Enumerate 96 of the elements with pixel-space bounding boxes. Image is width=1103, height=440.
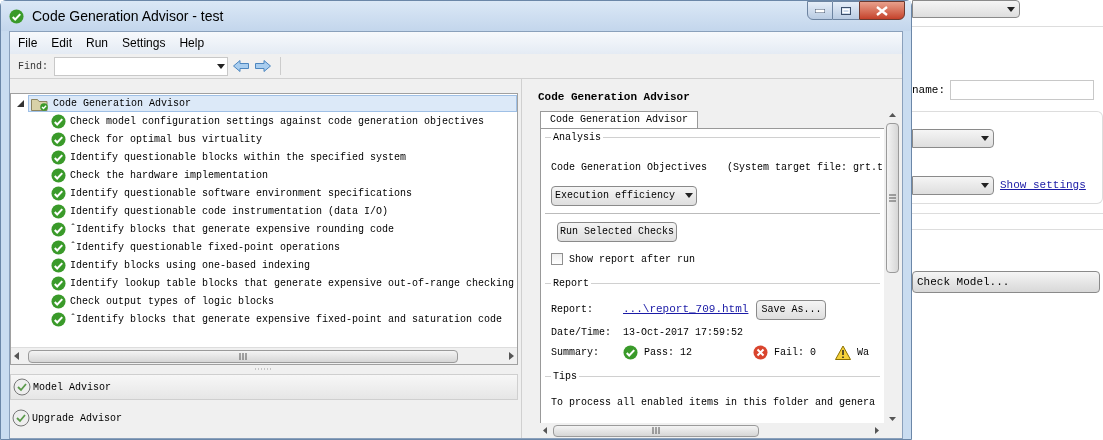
tree-item[interactable]: Check the hardware implementation	[70, 167, 269, 183]
back-button[interactable]	[232, 58, 250, 74]
check-circle-icon	[51, 131, 66, 147]
tree-root-item[interactable]: Code Generation Advisor	[28, 95, 517, 112]
check-circle-icon	[51, 239, 66, 255]
forward-button[interactable]	[254, 58, 272, 74]
check-circle-icon	[51, 185, 66, 201]
details-heading: Code Generation Advisor	[538, 90, 691, 105]
advisor-button[interactable]: Upgrade Advisor	[10, 405, 518, 431]
check-circle-icon	[51, 275, 66, 291]
tree-item[interactable]: Identify questionable code instrumentation (data I/O)	[70, 203, 389, 219]
scroll-right-icon	[875, 427, 879, 434]
menu-item[interactable]: Edit	[51, 34, 73, 52]
check-circle-icon	[623, 344, 638, 360]
upgrade-check-icon	[12, 409, 30, 427]
tree-item[interactable]: Check for optimal bus virtuality	[70, 131, 263, 147]
report-link[interactable]: ...\report_709.html	[623, 301, 749, 318]
check-circle-icon	[51, 221, 66, 237]
splitter-grip-icon	[254, 368, 274, 371]
target-file-text: (System target file: grt.t	[727, 160, 884, 175]
left-arrow-icon	[233, 60, 249, 72]
run-button[interactable]: Run Selected Checks	[557, 221, 678, 242]
report-label: Report:	[551, 303, 594, 317]
maximize-button[interactable]	[833, 1, 859, 20]
tips-text: To process all enabled items in this folder and genera	[551, 395, 874, 410]
check-circle-icon	[51, 113, 66, 129]
summary-fail-text: Fail: 0	[774, 345, 816, 360]
folder-check-icon	[31, 96, 49, 111]
show-report-checkbox[interactable]	[551, 253, 563, 265]
find-label: Find:	[18, 59, 48, 74]
grip-icon	[652, 427, 660, 434]
check-circle-icon	[51, 257, 66, 273]
tree-item[interactable]: ˆIdentify blocks that generate expensive rounding code	[70, 221, 395, 237]
datetime-value: 13-Oct-2017 17:59:52	[623, 325, 744, 340]
show-settings-link[interactable]: Show settings	[1000, 177, 1086, 194]
tree-root-label: Code Generation Advisor	[53, 97, 192, 111]
minimize-button[interactable]	[807, 1, 833, 20]
advisor-button[interactable]: Model Advisor	[10, 374, 518, 400]
maximize-icon	[841, 6, 851, 15]
tree-item[interactable]: ˆIdentify questionable fixed-point operations	[70, 239, 341, 255]
menu-item[interactable]: Settings	[122, 34, 166, 52]
right-arrow-icon	[255, 60, 271, 72]
close-icon	[876, 5, 888, 16]
grip-icon	[888, 193, 896, 202]
dropdown-arrow-icon	[981, 183, 989, 188]
app-icon	[9, 8, 24, 24]
dropdown[interactable]	[912, 129, 994, 148]
menu-item[interactable]: Help	[179, 34, 205, 52]
dropdown-arrow-icon	[1007, 6, 1015, 12]
summary-label: Summary:	[551, 345, 600, 360]
tree-item[interactable]: Identify questionable blocks within the specified system	[70, 149, 407, 165]
tab[interactable]: Code Generation Advisor	[540, 110, 699, 128]
check-circle-icon	[51, 167, 66, 183]
menu-item[interactable]: Run	[86, 34, 109, 52]
minimize-icon	[815, 8, 825, 13]
objective-dropdown[interactable]: Execution efficiency	[551, 185, 697, 206]
dropdown-arrow-icon	[217, 63, 225, 69]
scroll-left-icon	[14, 352, 19, 360]
summary-pass-text: Pass: 12	[644, 345, 692, 360]
name-label: name:	[912, 82, 945, 98]
scroll-down-icon	[888, 417, 896, 421]
dropdown[interactable]	[912, 176, 994, 195]
check-circle-icon	[51, 311, 66, 327]
group-title: Analysis	[551, 129, 603, 145]
summary-warn-text: Wa	[857, 345, 869, 360]
checkbox-label: Show report after run	[569, 252, 696, 267]
tree-item[interactable]: Check output types of logic blocks	[70, 293, 275, 309]
warning-icon	[835, 344, 851, 360]
dropdown[interactable]	[912, 0, 1020, 18]
tree-item[interactable]: Check model configuration settings against code generation objectives	[70, 113, 485, 129]
tree-item[interactable]: Identify lookup table blocks that generate expensive out-of-range checking	[70, 275, 515, 291]
tree-item[interactable]: Identify blocks using one-based indexing	[70, 257, 311, 273]
dropdown-arrow-icon	[685, 193, 693, 198]
check-model-button[interactable]: Check Model...	[912, 271, 1100, 293]
scroll-right-icon	[509, 352, 514, 360]
error-icon	[753, 344, 768, 360]
scroll-left-icon	[543, 427, 547, 434]
name-field[interactable]	[950, 80, 1094, 100]
check-circle-icon	[13, 378, 31, 396]
close-button[interactable]	[859, 1, 905, 20]
check-circle-icon	[51, 149, 66, 165]
window-title: Code Generation Advisor - test	[32, 6, 224, 26]
menu-item[interactable]: File	[18, 34, 38, 52]
tree-item[interactable]: Identify questionable software environment specifications	[70, 185, 413, 201]
horizontal-scrollbar[interactable]	[11, 347, 517, 364]
group-title: Tips	[551, 368, 579, 384]
check-circle-icon	[51, 293, 66, 309]
dropdown-arrow-icon	[981, 136, 989, 141]
grip-icon	[239, 352, 247, 360]
save-as-button[interactable]: Save As...	[756, 299, 827, 320]
datetime-label: Date/Time:	[551, 325, 612, 340]
find-field[interactable]	[54, 56, 228, 76]
tree-item[interactable]: ˆIdentify blocks that generate expensive fixed-point and saturation code	[70, 311, 503, 327]
scroll-up-icon	[888, 112, 896, 117]
objectives-label: Code Generation Objectives	[551, 160, 708, 175]
check-circle-icon	[51, 203, 66, 219]
